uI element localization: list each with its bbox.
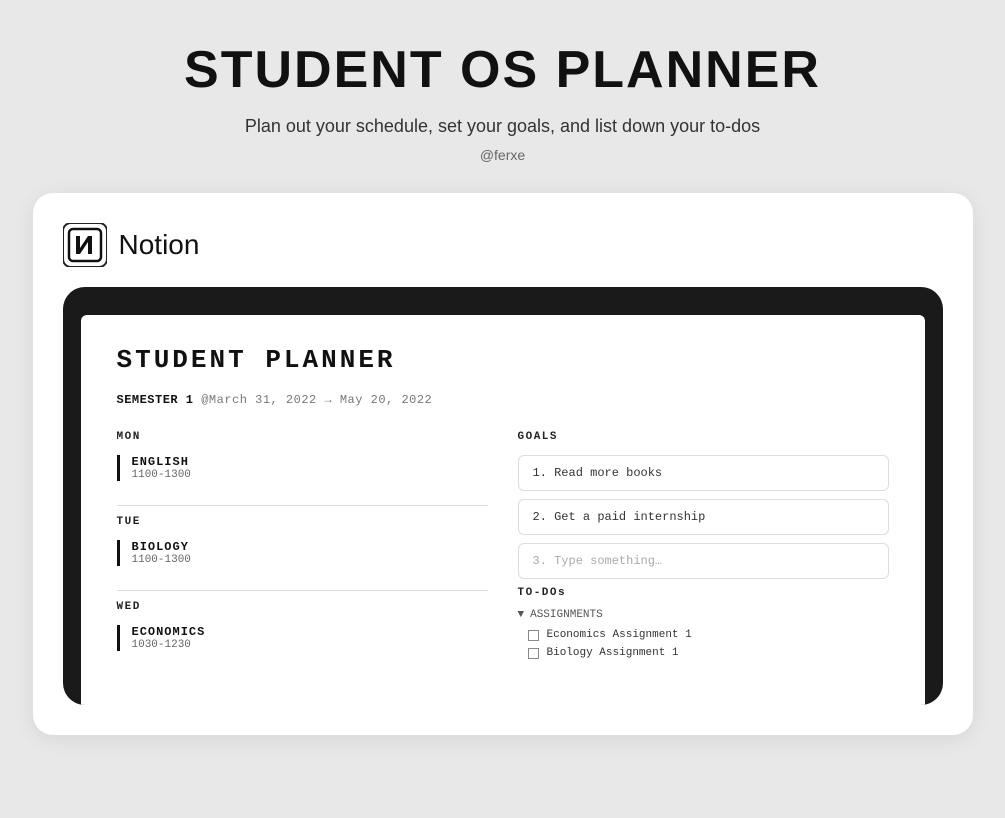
time-wed: 1030-1230 bbox=[132, 639, 488, 651]
page-handle: @ferxe bbox=[480, 147, 525, 163]
todo-1-text: Economics Assignment 1 bbox=[547, 629, 692, 641]
tue-label: TUE bbox=[117, 516, 488, 528]
tablet-mockup: STUDENT PLANNER SEMESTER 1 @March 31, 20… bbox=[63, 287, 943, 705]
schedule-item-tue: BIOLOGY 1100-1300 bbox=[117, 540, 488, 566]
schedule-item-mon: ENGLISH 1100-1300 bbox=[117, 455, 488, 481]
goal-1-num: 1. bbox=[533, 466, 555, 480]
notion-logo-icon bbox=[63, 223, 107, 267]
todos-label: TO-DOs bbox=[518, 587, 889, 599]
schedule-item-wed: ECONOMICS 1030-1230 bbox=[117, 625, 488, 651]
assignments-toggle-icon: ▼ bbox=[518, 609, 525, 621]
mon-label: MON bbox=[117, 431, 488, 443]
wed-label: WED bbox=[117, 601, 488, 613]
notion-brand: Notion bbox=[63, 223, 943, 267]
goals-todos-column: GOALS 1. Read more books 2. Get a paid i… bbox=[518, 431, 889, 675]
main-card: Notion STUDENT PLANNER SEMESTER 1 @March… bbox=[33, 193, 973, 735]
subject-mon: ENGLISH bbox=[132, 455, 488, 469]
todo-item-1: Economics Assignment 1 bbox=[518, 629, 889, 641]
time-mon: 1100-1300 bbox=[132, 469, 488, 481]
page-title: STUDENT OS PLANNER bbox=[184, 40, 821, 100]
content-grid: MON ENGLISH 1100-1300 TUE BIOLOGY 1100-1… bbox=[117, 431, 889, 675]
goal-item-2: 2. Get a paid internship bbox=[518, 499, 889, 535]
planner-title: STUDENT PLANNER bbox=[117, 345, 889, 375]
page-subtitle: Plan out your schedule, set your goals, … bbox=[245, 116, 760, 137]
tablet-screen: STUDENT PLANNER SEMESTER 1 @March 31, 20… bbox=[81, 315, 925, 705]
goal-2-text: Get a paid internship bbox=[554, 510, 705, 524]
checkbox-2[interactable] bbox=[528, 648, 539, 659]
goal-1-text: Read more books bbox=[554, 466, 662, 480]
goal-item-3[interactable]: 3. Type something… bbox=[518, 543, 889, 579]
checkbox-1[interactable] bbox=[528, 630, 539, 641]
goal-3-text: Type something… bbox=[554, 554, 662, 568]
subject-wed: ECONOMICS bbox=[132, 625, 488, 639]
semester-row: SEMESTER 1 @March 31, 2022 → May 20, 202… bbox=[117, 393, 889, 407]
goal-item-1: 1. Read more books bbox=[518, 455, 889, 491]
time-tue: 1100-1300 bbox=[132, 554, 488, 566]
todo-item-2: Biology Assignment 1 bbox=[518, 647, 889, 659]
schedule-column: MON ENGLISH 1100-1300 TUE BIOLOGY 1100-1… bbox=[117, 431, 488, 675]
assignments-group: ▼ ASSIGNMENTS bbox=[518, 609, 889, 621]
goal-2-num: 2. bbox=[533, 510, 555, 524]
todo-2-text: Biology Assignment 1 bbox=[547, 647, 679, 659]
semester-label: SEMESTER 1 bbox=[117, 393, 194, 407]
assignments-label: ASSIGNMENTS bbox=[530, 609, 603, 621]
goals-label: GOALS bbox=[518, 431, 889, 443]
semester-date: @March 31, 2022 → May 20, 2022 bbox=[201, 393, 432, 407]
goal-3-num: 3. bbox=[533, 554, 555, 568]
subject-tue: BIOLOGY bbox=[132, 540, 488, 554]
todos-section: TO-DOs ▼ ASSIGNMENTS Economics Assignmen… bbox=[518, 587, 889, 659]
notion-brand-label: Notion bbox=[119, 229, 200, 261]
